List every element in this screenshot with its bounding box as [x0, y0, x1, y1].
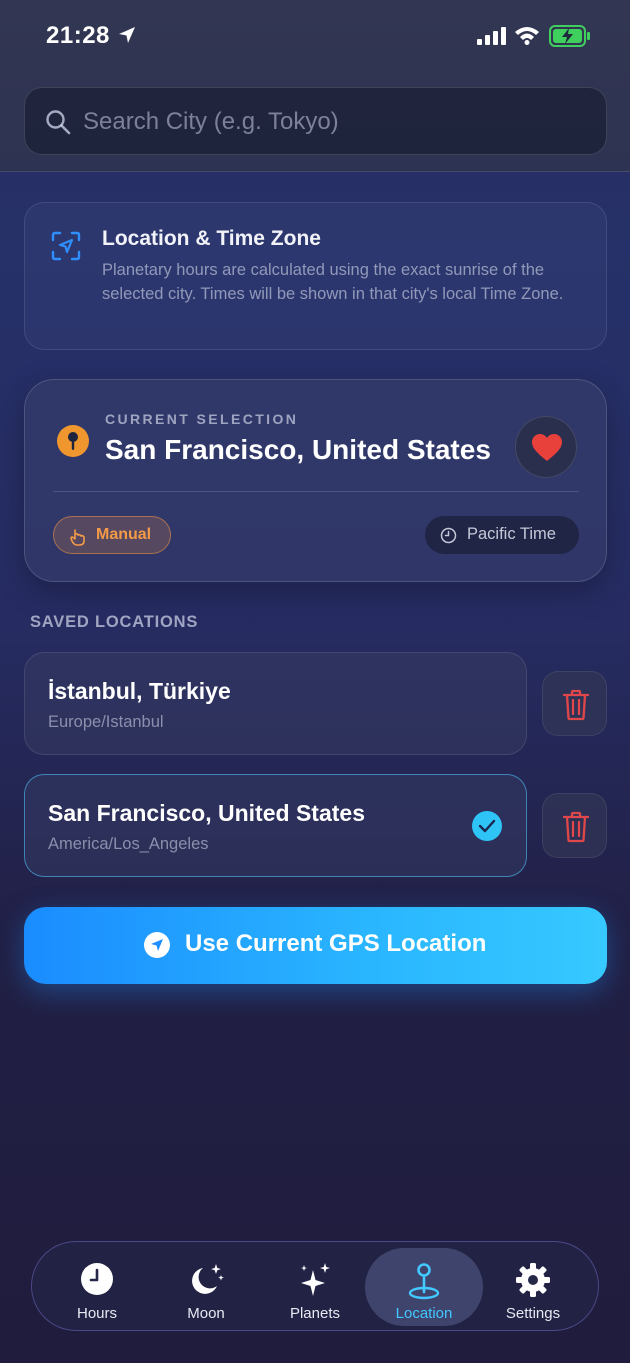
use-gps-location-button[interactable]: Use Current GPS Location — [24, 907, 607, 984]
info-description: Planetary hours are calculated using the… — [102, 261, 564, 303]
location-pin-icon — [408, 1263, 440, 1300]
checkmark-icon — [472, 811, 502, 841]
tab-hours[interactable]: Hours — [38, 1248, 156, 1326]
tab-label: Planets — [289, 1305, 341, 1322]
tab-location[interactable]: Location — [365, 1248, 483, 1326]
timezone-badge-label: Pacific Time — [467, 525, 556, 543]
tab-settings[interactable]: Settings — [474, 1248, 592, 1326]
clock-small-icon — [440, 527, 457, 544]
delete-location-button[interactable] — [542, 793, 607, 858]
divider — [53, 491, 579, 492]
current-selection-label: CURRENT SELECTION — [105, 411, 299, 427]
search-bar[interactable] — [24, 87, 607, 155]
tab-label: Settings — [505, 1305, 561, 1322]
info-title: Location & Time Zone — [102, 227, 321, 250]
manual-mode-badge: Manual — [53, 516, 171, 554]
trash-icon — [562, 689, 590, 721]
tab-bar: Hours Moon Planets Location Settings — [31, 1241, 599, 1331]
heart-icon — [532, 434, 562, 461]
current-selection-card: CURRENT SELECTION San Francisco, United … — [24, 379, 607, 582]
tab-label: Moon — [187, 1305, 225, 1322]
sparkles-icon — [301, 1263, 330, 1296]
current-city: San Francisco, United States — [105, 434, 491, 465]
clock-icon — [81, 1263, 113, 1295]
saved-location-timezone: America/Los_Angeles — [48, 835, 209, 853]
location-scan-icon — [51, 231, 81, 261]
tab-moon[interactable]: Moon — [147, 1248, 265, 1326]
status-bar: 21:28 — [0, 0, 630, 72]
favorite-button[interactable] — [515, 416, 577, 478]
tab-label: Hours — [76, 1305, 117, 1322]
top-bar: 21:28 — [0, 0, 630, 172]
cellular-signal-icon — [477, 27, 506, 45]
saved-location-item[interactable]: İstanbul, Türkiye Europe/Istanbul — [24, 652, 527, 755]
search-input[interactable] — [83, 102, 583, 142]
saved-location-timezone: Europe/Istanbul — [48, 713, 164, 731]
hand-tap-icon — [70, 529, 85, 546]
moon-stars-icon — [192, 1264, 224, 1294]
status-time: 21:28 — [46, 22, 110, 49]
gps-button-label: Use Current GPS Location — [185, 930, 487, 957]
wifi-icon — [515, 27, 539, 45]
saved-location-city: İstanbul, Türkiye — [48, 678, 231, 704]
tab-planets[interactable]: Planets — [256, 1248, 374, 1326]
map-pin-icon — [57, 425, 89, 457]
navigation-arrow-icon — [144, 932, 170, 958]
location-arrow-icon — [119, 27, 135, 43]
battery-charging-icon — [549, 25, 590, 47]
timezone-badge: Pacific Time — [425, 516, 579, 554]
delete-location-button[interactable] — [542, 671, 607, 736]
info-card: Location & Time Zone Planetary hours are… — [24, 202, 607, 350]
trash-icon — [562, 811, 590, 843]
gear-icon — [516, 1263, 550, 1297]
saved-location-city: San Francisco, United States — [48, 800, 365, 826]
tab-label: Location — [395, 1305, 453, 1322]
search-icon — [46, 110, 71, 135]
manual-badge-label: Manual — [96, 526, 152, 543]
saved-locations-heading: SAVED LOCATIONS — [30, 613, 199, 631]
saved-location-item-selected[interactable]: San Francisco, United States America/Los… — [24, 774, 527, 877]
